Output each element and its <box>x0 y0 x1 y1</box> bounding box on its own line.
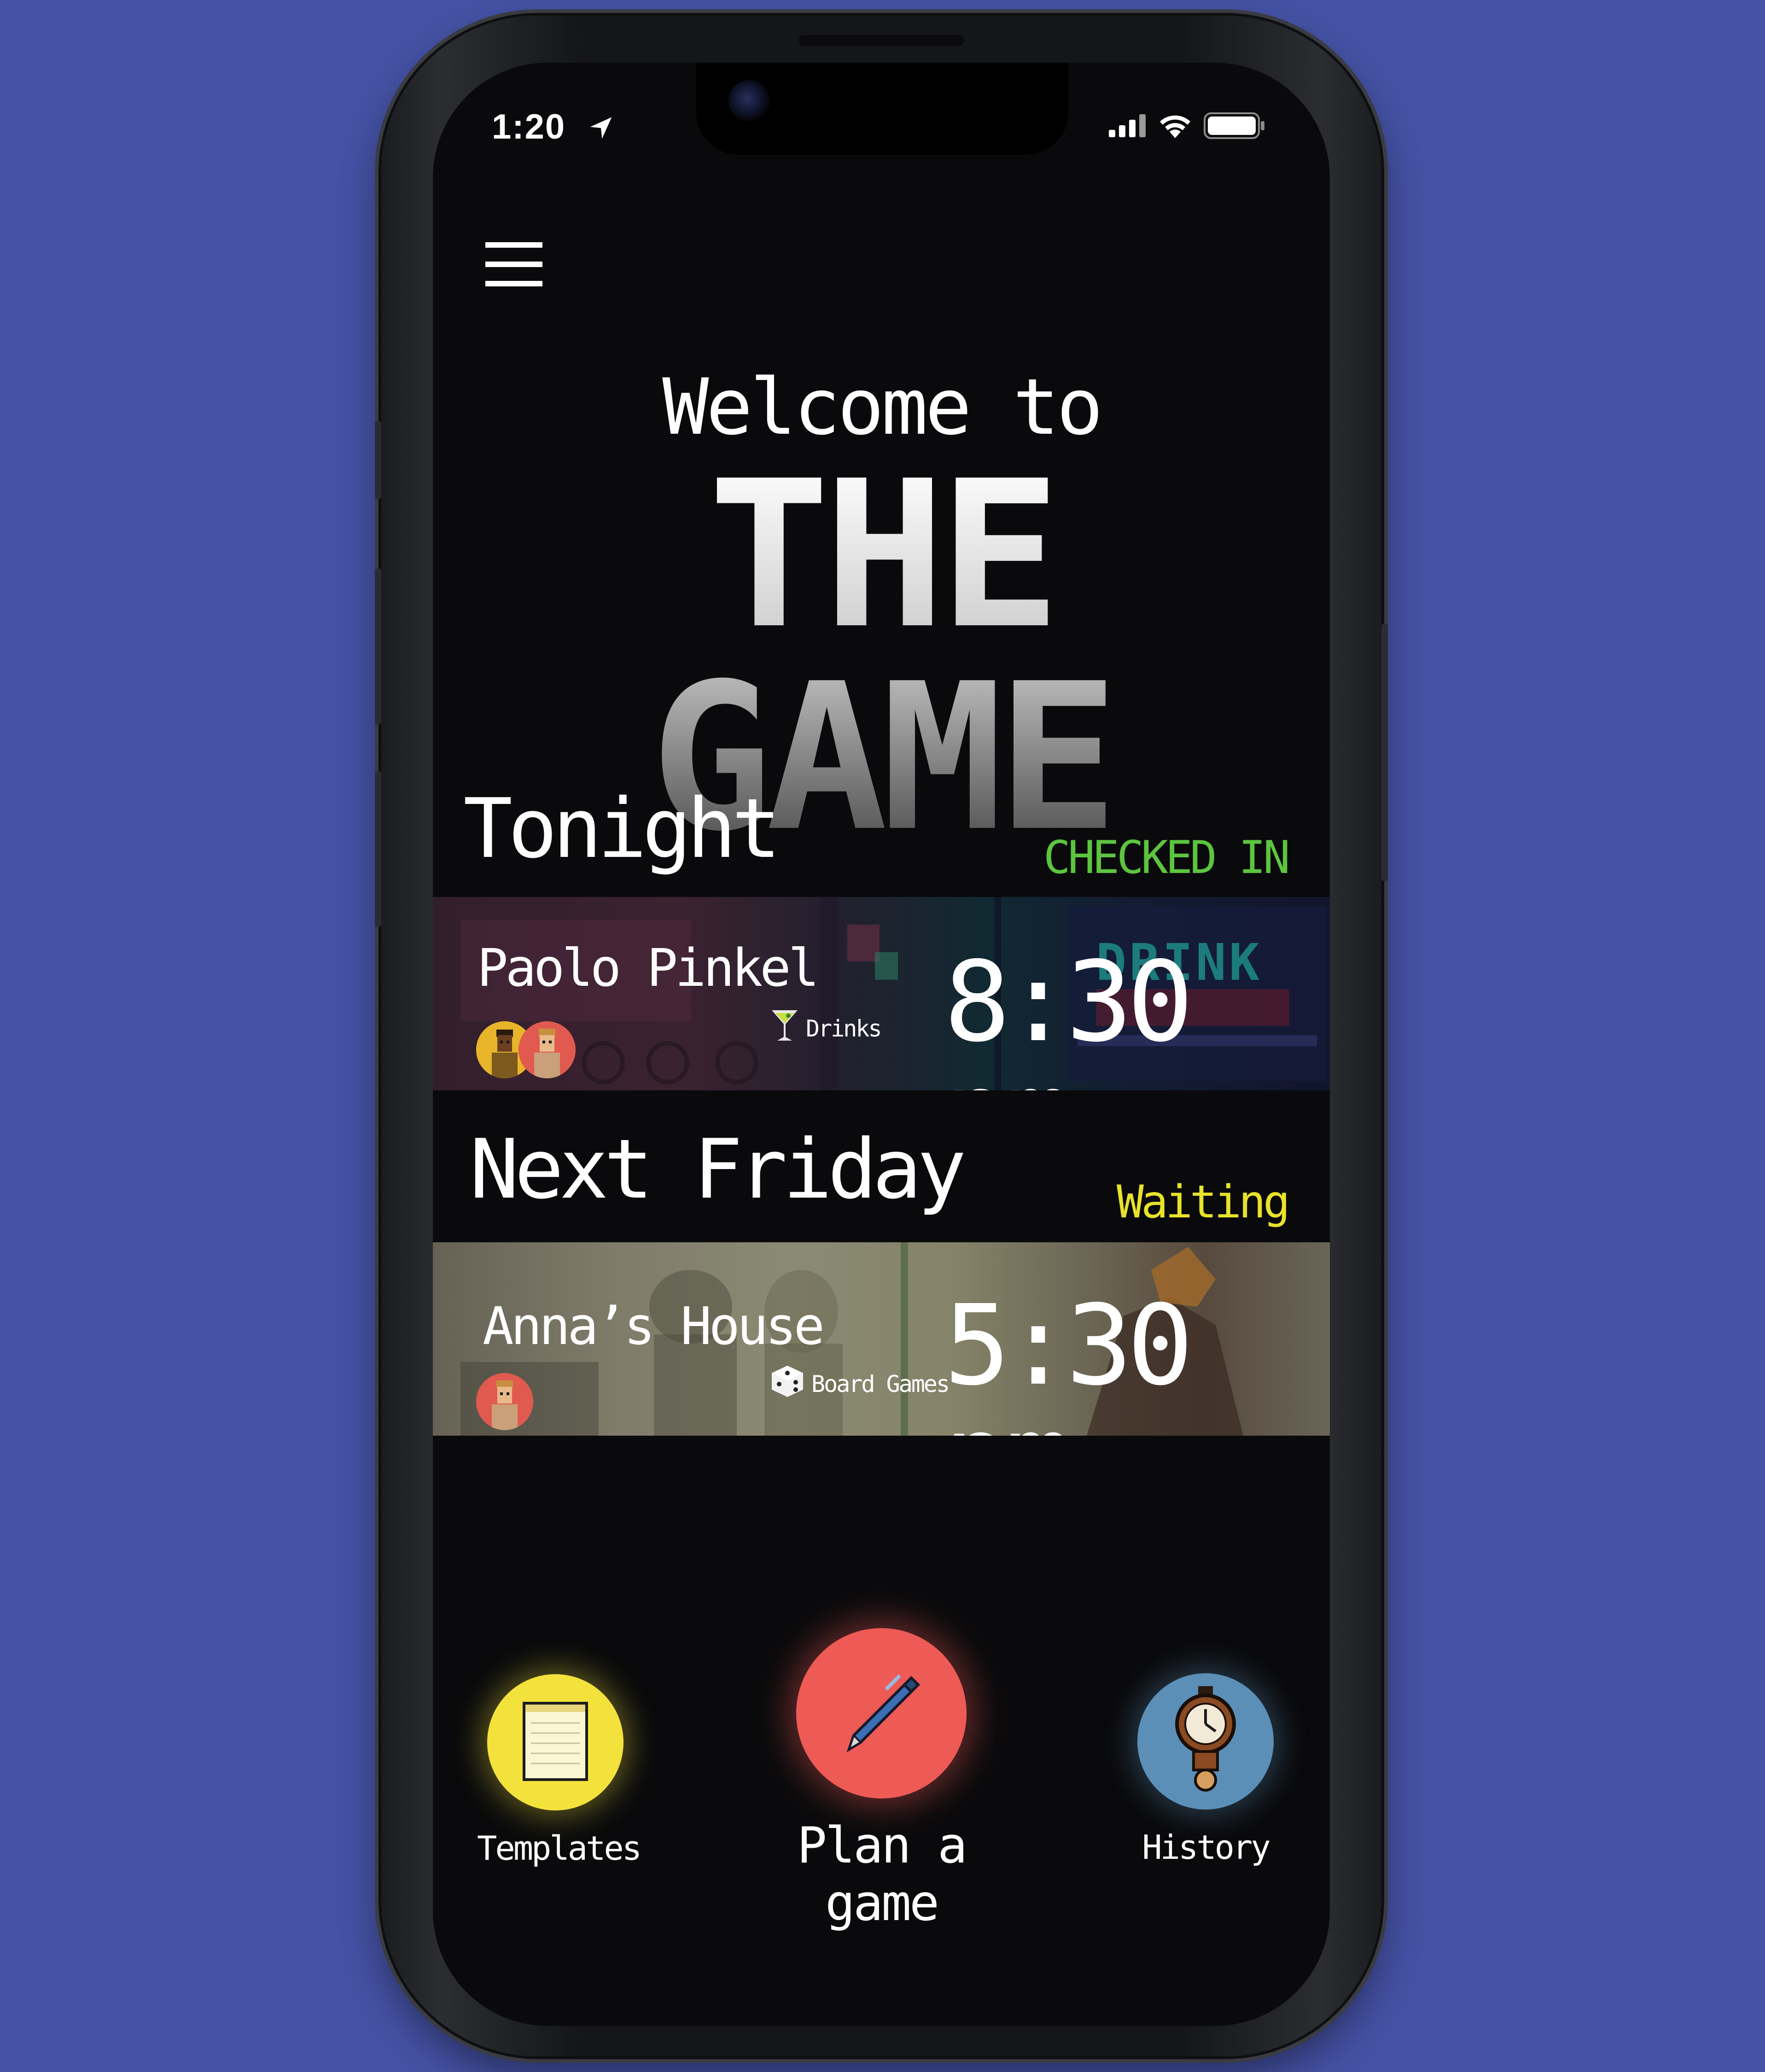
section-label-tonight: Tonight <box>463 781 781 876</box>
templates-button[interactable]: Templates <box>477 1674 642 1868</box>
plan-game-circle[interactable] <box>796 1628 967 1798</box>
templates-circle[interactable] <box>487 1674 623 1810</box>
power-button <box>1381 623 1388 881</box>
volume-up-button <box>375 568 381 725</box>
status-time-text: 1:20 <box>492 107 566 146</box>
status-indicators <box>1109 112 1265 141</box>
status-time: 1:20 <box>492 107 614 149</box>
cellular-signal-icon <box>1109 114 1147 139</box>
event-tag-drinks: Drinks <box>770 1007 882 1050</box>
event-tag-board-games: Board Games <box>770 1364 950 1404</box>
event-tag-label: Drinks <box>806 1015 882 1042</box>
volume-down-button <box>375 771 381 927</box>
avatar-player-2[interactable] <box>518 1021 576 1078</box>
avatar-player-2[interactable] <box>476 1373 533 1430</box>
notepad-icon <box>521 1700 590 1785</box>
clock-icon <box>1173 1685 1238 1798</box>
notch <box>696 63 1068 155</box>
templates-label: Templates <box>477 1829 642 1868</box>
section-label-next-friday: Next Friday <box>470 1122 967 1217</box>
battery-icon <box>1204 112 1265 141</box>
screen: 1:20 Welcome to THE GAME Tonight CHECKED… <box>433 63 1330 2026</box>
host-name: Paolo Pinkel <box>477 938 819 998</box>
history-label: History <box>1142 1828 1270 1867</box>
earpiece-speaker <box>798 35 964 46</box>
event-time: 5:30 pm <box>944 1281 1194 1436</box>
plan-game-label: Plan a game <box>797 1817 967 1932</box>
history-circle[interactable] <box>1137 1673 1274 1810</box>
event-tag-label: Board Games <box>811 1371 950 1397</box>
event-time: 8:30 pm <box>944 937 1194 1090</box>
status-checked-in: CHECKED IN <box>1043 832 1290 884</box>
plan-game-button[interactable]: Plan a game <box>761 1628 1002 1932</box>
hamburger-menu-icon[interactable] <box>485 242 542 286</box>
location-arrow-icon <box>588 109 614 149</box>
silent-switch <box>375 421 381 499</box>
cocktail-icon <box>770 1007 799 1050</box>
event-card-next-friday[interactable]: Anna’s House Board Games 5:30 <box>433 1242 1330 1436</box>
status-waiting: Waiting <box>1116 1176 1290 1228</box>
front-camera <box>728 80 770 122</box>
event-card-tonight[interactable]: DRINK Paolo Pinkel Drinks 8:30 <box>433 897 1330 1090</box>
history-button[interactable]: History <box>1127 1673 1284 1867</box>
wifi-icon <box>1159 113 1192 140</box>
phone-frame: 1:20 Welcome to THE GAME Tonight CHECKED… <box>375 16 1388 2056</box>
host-name: Anna’s House <box>483 1297 825 1356</box>
dice-icon <box>770 1364 805 1404</box>
pen-icon <box>835 1666 927 1760</box>
